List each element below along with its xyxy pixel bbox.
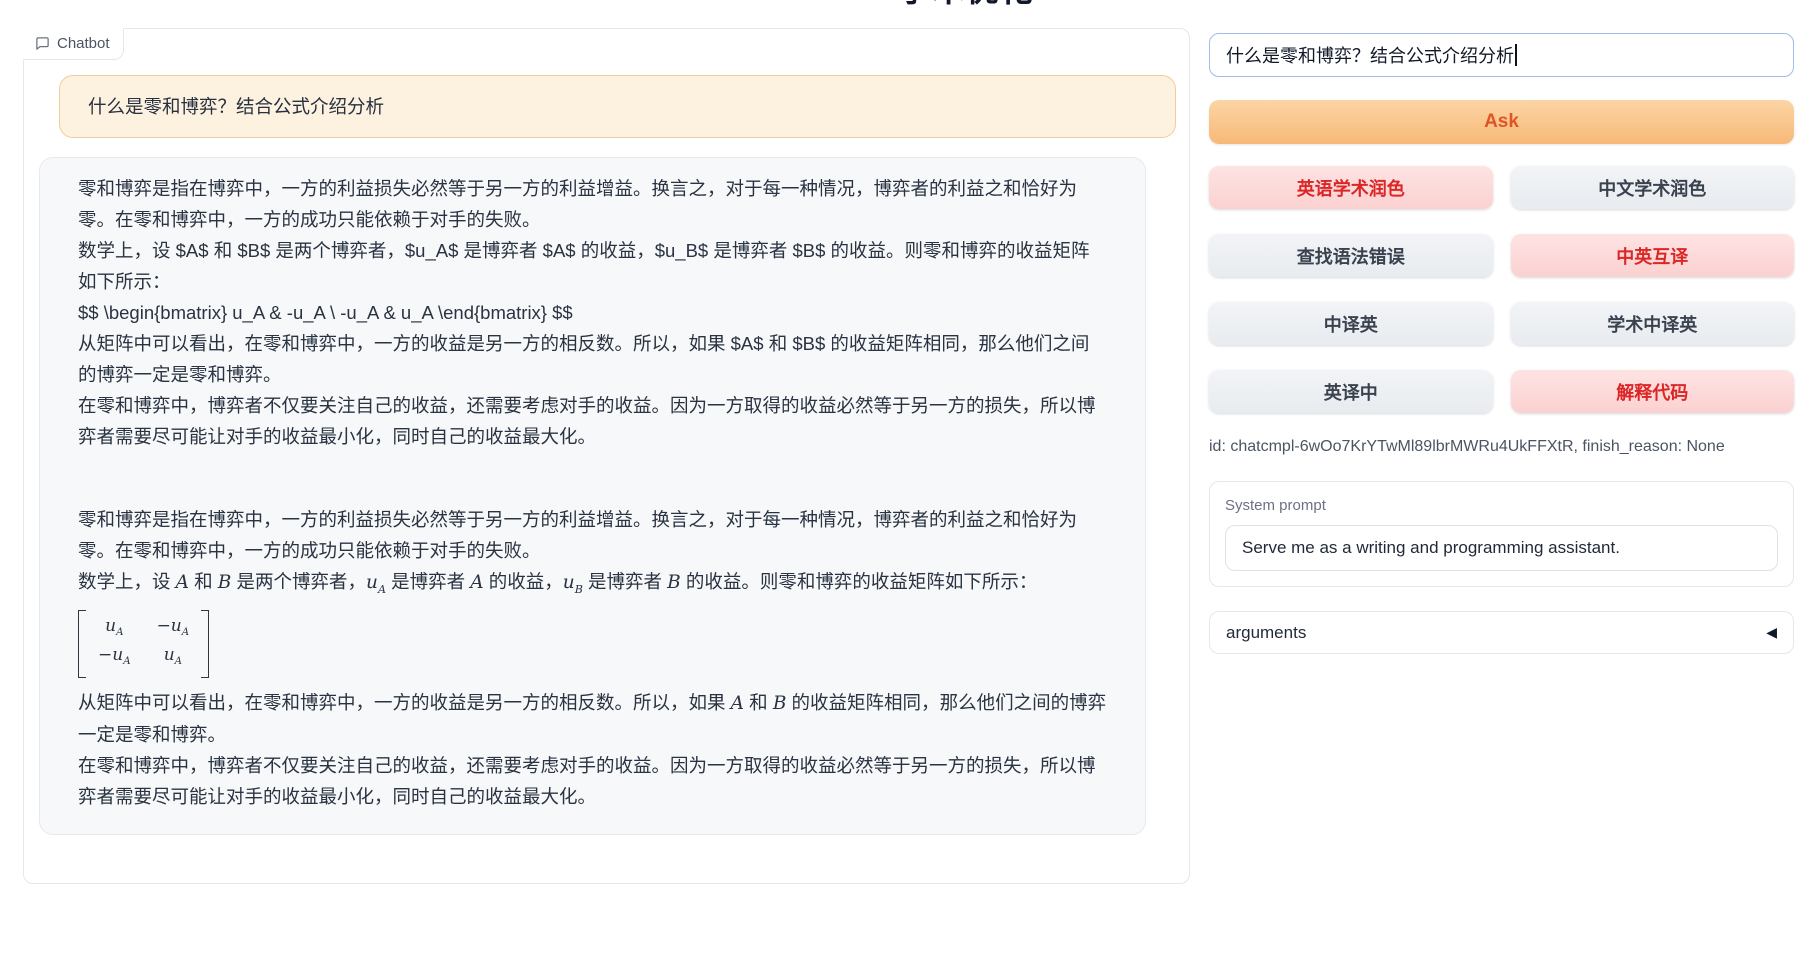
- system-prompt-label: System prompt: [1225, 497, 1778, 514]
- bot-message-bubble: 零和博弈是指在博弈中，一方的利益损失必然等于另一方的利益增益。换言之，对于每一种…: [39, 157, 1146, 835]
- btn-zh-to-en[interactable]: 中译英: [1209, 302, 1493, 345]
- question-input[interactable]: 什么是零和博弈？结合公式介绍分析: [1209, 33, 1794, 77]
- btn-find-grammar-errors[interactable]: 查找语法错误: [1209, 234, 1493, 277]
- arguments-accordion-label: arguments: [1226, 623, 1306, 643]
- system-prompt-text: Serve me as a writing and programming as…: [1242, 538, 1620, 558]
- bot-paragraph-latex-source: $$ \begin{bmatrix} u_A & -u_A \ -u_A & u…: [78, 297, 1107, 328]
- arguments-accordion[interactable]: arguments ◀: [1209, 611, 1794, 654]
- matrix-right-bracket: [201, 610, 209, 679]
- btn-english-academic-polish[interactable]: 英语学术润色: [1209, 166, 1493, 209]
- matrix-cell: −uA: [98, 644, 131, 673]
- bot-paragraph: 数学上，设 $A$ 和 $B$ 是两个博弈者，$u_A$ 是博弈者 $A$ 的收…: [78, 235, 1107, 297]
- btn-explain-code[interactable]: 解释代码: [1511, 370, 1795, 413]
- chat-message-list: 什么是零和博弈？结合公式介绍分析 零和博弈是指在博弈中，一方的利益损失必然等于另…: [24, 29, 1189, 835]
- chatbot-label-text: Chatbot: [57, 35, 110, 52]
- ask-button[interactable]: Ask: [1209, 100, 1794, 144]
- user-message-bubble: 什么是零和博弈？结合公式介绍分析: [59, 75, 1176, 138]
- bot-paragraph: 零和博弈是指在博弈中，一方的利益损失必然等于另一方的利益增益。换言之，对于每一种…: [78, 173, 1107, 235]
- chat-bubble-icon: [35, 36, 50, 51]
- matrix-cell: uA: [157, 644, 190, 673]
- bot-paragraph: 在零和博弈中，博弈者不仅要关注自己的收益，还需要考虑对手的收益。因为一方取得的收…: [78, 390, 1107, 452]
- preset-button-grid: 英语学术润色 中文学术润色 查找语法错误 中英互译 中译英 学术中译英 英译中 …: [1209, 166, 1794, 413]
- chatbot-label-tab: Chatbot: [23, 28, 124, 60]
- bot-paragraph: 零和博弈是指在博弈中，一方的利益损失必然等于另一方的利益增益。换言之，对于每一种…: [78, 504, 1107, 566]
- bot-paragraph: 在零和博弈中，博弈者不仅要关注自己的收益，还需要考虑对手的收益。因为一方取得的收…: [78, 750, 1107, 812]
- question-input-text: 什么是零和博弈？结合公式介绍分析: [1226, 42, 1514, 68]
- matrix-cell: −uA: [157, 615, 190, 644]
- user-message-text: 什么是零和博弈？结合公式介绍分析: [88, 96, 384, 117]
- bot-paragraph-with-math: 从矩阵中可以看出，在零和博弈中，一方的收益是另一方的相反数。所以，如果 A 和 …: [78, 687, 1107, 750]
- btn-chinese-academic-polish[interactable]: 中文学术润色: [1511, 166, 1795, 209]
- page-title-clipped: 学术优化: [898, 0, 1034, 10]
- matrix-left-bracket: [78, 610, 86, 679]
- bot-paragraph: 从矩阵中可以看出，在零和博弈中，一方的收益是另一方的相反数。所以，如果 $A$ …: [78, 328, 1107, 390]
- response-status-line: id: chatcmpl-6wOo7KrYTwMl89lbrMWRu4UkFFX…: [1209, 438, 1794, 456]
- matrix-cell: uA: [98, 615, 131, 644]
- btn-zh-en-mutual-translate[interactable]: 中英互译: [1511, 234, 1795, 277]
- system-prompt-card: System prompt Serve me as a writing and …: [1209, 481, 1794, 587]
- bot-paragraph-with-math: 数学上，设 A 和 B 是两个博弈者，uA 是博弈者 A 的收益，uB 是博弈者…: [78, 566, 1107, 605]
- accordion-caret-icon: ◀: [1766, 624, 1777, 641]
- chatbot-panel: Chatbot 什么是零和博弈？结合公式介绍分析 零和博弈是指在博弈中，一方的利…: [23, 28, 1190, 884]
- section-gap: [78, 452, 1107, 504]
- payoff-matrix: uA −uA −uA uA: [78, 610, 209, 679]
- control-panel: 什么是零和博弈？结合公式介绍分析 Ask 英语学术润色 中文学术润色 查找语法错…: [1209, 33, 1794, 654]
- text-caret: [1515, 44, 1517, 66]
- btn-academic-zh-to-en[interactable]: 学术中译英: [1511, 302, 1795, 345]
- btn-en-to-zh[interactable]: 英译中: [1209, 370, 1493, 413]
- system-prompt-input[interactable]: Serve me as a writing and programming as…: [1225, 525, 1778, 571]
